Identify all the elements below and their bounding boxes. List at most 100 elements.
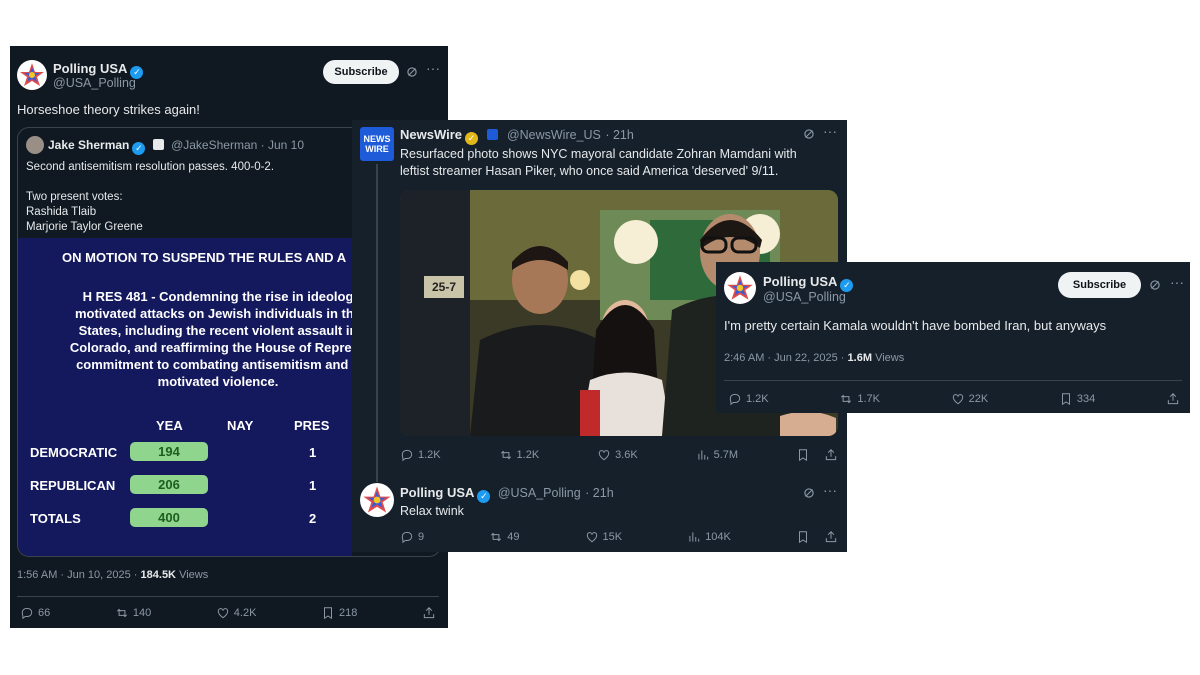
like-button[interactable]: 15K [585, 530, 623, 544]
pres-value-democratic: 1 [309, 445, 317, 460]
reply-button[interactable]: 9 [400, 530, 424, 544]
bookmark-share-group [796, 448, 838, 462]
quote-time: · Jun 10 [260, 138, 305, 152]
reply-action-bar: 9 49 15K 104K [400, 530, 838, 544]
like-button[interactable]: 4.2K [216, 606, 256, 620]
quote-author-name[interactable]: Jake Sherman [48, 138, 129, 152]
like-count: 3.6K [615, 449, 638, 461]
yea-value-republican: 206 [130, 475, 208, 494]
tweet-text-line: Resurfaced photo shows NYC mayoral candi… [400, 147, 797, 161]
repost-button[interactable]: 1.2K [499, 448, 539, 462]
bookmark-count: 334 [1076, 393, 1096, 405]
share-button[interactable] [422, 606, 436, 620]
reply-author-name[interactable]: Polling USA [400, 485, 474, 500]
like-icon [216, 606, 230, 620]
resolution-line: motivated violence. [157, 374, 279, 389]
more-options-icon[interactable]: ··· [823, 123, 837, 139]
reply-author-handle[interactable]: @USA_Polling [498, 486, 581, 500]
share-icon[interactable] [824, 448, 838, 462]
bookmark-button[interactable]: 334 [1059, 392, 1095, 406]
yea-value-totals: 400 [130, 508, 208, 527]
house-vote-graphic[interactable]: ON MOTION TO SUSPEND THE RULES AND A H R… [18, 238, 366, 556]
logo-text: NEWS [363, 134, 391, 144]
repost-button[interactable]: 1.7K [839, 392, 880, 406]
reply-count: 66 [38, 607, 51, 619]
repost-icon [839, 392, 853, 406]
subscribe-button[interactable]: Subscribe [1058, 272, 1141, 298]
author-handle[interactable]: @NewsWire_US [507, 128, 601, 142]
like-icon [585, 530, 599, 544]
grok-icon[interactable] [802, 127, 816, 141]
views-count: 1.6M [847, 352, 872, 364]
quote-avatar[interactable] [26, 136, 44, 154]
views-button[interactable]: 104K [687, 530, 731, 544]
tweet-card-polling-usa-2[interactable]: Polling USA ✓ @USA_Polling Subscribe ··· … [716, 262, 1190, 413]
author-handle[interactable]: @USA_Polling [763, 290, 846, 304]
tweet-timestamp[interactable]: 1:56 AM · Jun 10, 2025 · 184.5K Views [17, 569, 208, 581]
subscribe-button[interactable]: Subscribe [323, 60, 399, 84]
action-bar: 1.2K 1.2K 3.6K 5.7M [400, 448, 838, 462]
bookmark-icon[interactable] [796, 530, 810, 544]
polling-usa-logo-icon [725, 273, 755, 303]
action-bar: 66 140 4.2K 218 [20, 606, 436, 620]
divider [724, 380, 1182, 381]
quote-text-line: Second antisemitism resolution passes. 4… [26, 161, 275, 173]
views-label: Views [179, 569, 209, 581]
share-icon[interactable] [824, 530, 838, 544]
views-label: Views [875, 352, 905, 364]
column-header-nay: NAY [227, 418, 254, 433]
author-name[interactable]: Polling USA [53, 61, 127, 76]
more-options-icon[interactable]: ··· [426, 60, 440, 76]
bookmark-icon[interactable] [796, 448, 810, 462]
row-label-republican: REPUBLICAN [30, 478, 116, 493]
resolution-line: States, including the recent violent ass… [78, 323, 358, 338]
author-name[interactable]: Polling USA [763, 274, 837, 289]
bookmark-button[interactable]: 218 [321, 606, 357, 620]
reply-button[interactable]: 1.2K [728, 392, 769, 406]
verified-badge-icon: ✓ [477, 490, 491, 503]
resolution-text: H RES 481 - Condemning the rise in ideol… [28, 288, 408, 390]
reply-avatar[interactable] [360, 483, 394, 517]
repost-button[interactable]: 49 [489, 530, 519, 544]
views-count: 184.5K [140, 569, 177, 581]
share-icon [422, 606, 436, 620]
row-label-democratic: DEMOCRATIC [30, 445, 118, 460]
like-button[interactable]: 3.6K [597, 448, 638, 462]
tweet-text: I'm pretty certain Kamala wouldn't have … [724, 318, 1107, 333]
row-label-totals: TOTALS [30, 511, 81, 526]
grok-icon[interactable] [1148, 278, 1162, 292]
resolution-line: motivated attacks on Jewish individuals … [74, 306, 362, 321]
views-button[interactable]: 5.7M [696, 448, 738, 462]
like-count: 15K [602, 531, 623, 543]
tweet-time: · 21h [605, 128, 634, 142]
pres-value-totals: 2 [309, 511, 317, 526]
like-button[interactable]: 22K [951, 392, 988, 406]
logo-text: WIRE [365, 144, 389, 154]
quote-author-handle[interactable]: @JakeSherman [171, 138, 257, 152]
repost-button[interactable]: 140 [115, 606, 151, 620]
quote-text-line: Marjorie Taylor Greene [26, 221, 143, 233]
author-name[interactable]: NewsWire [400, 127, 462, 142]
reply-count: 1.2K [746, 393, 769, 405]
avatar[interactable] [724, 272, 756, 304]
more-options-icon[interactable]: ··· [1170, 274, 1184, 290]
bookmark-icon [1059, 392, 1073, 406]
vote-heading: ON MOTION TO SUSPEND THE RULES AND A [62, 250, 347, 265]
author-handle[interactable]: @USA_Polling [53, 76, 136, 90]
grok-icon[interactable] [405, 65, 419, 79]
views-icon [687, 530, 701, 544]
reply-icon [728, 392, 742, 406]
more-options-icon[interactable]: ··· [823, 482, 837, 498]
reply-button[interactable]: 1.2K [400, 448, 441, 462]
reply-button[interactable]: 66 [20, 606, 50, 620]
newswire-logo[interactable]: NEWS WIRE [360, 127, 394, 161]
thread-line [376, 164, 378, 482]
tweet-text: Resurfaced photo shows NYC mayoral candi… [400, 146, 797, 180]
views-count: 104K [705, 531, 731, 543]
avatar[interactable] [17, 60, 47, 90]
quote-text-line: Rashida Tlaib [26, 206, 97, 218]
grok-icon[interactable] [802, 486, 816, 500]
divider [17, 596, 439, 597]
share-button[interactable] [1166, 392, 1180, 406]
tweet-timestamp[interactable]: 2:46 AM · Jun 22, 2025 · 1.6M Views [724, 352, 904, 364]
